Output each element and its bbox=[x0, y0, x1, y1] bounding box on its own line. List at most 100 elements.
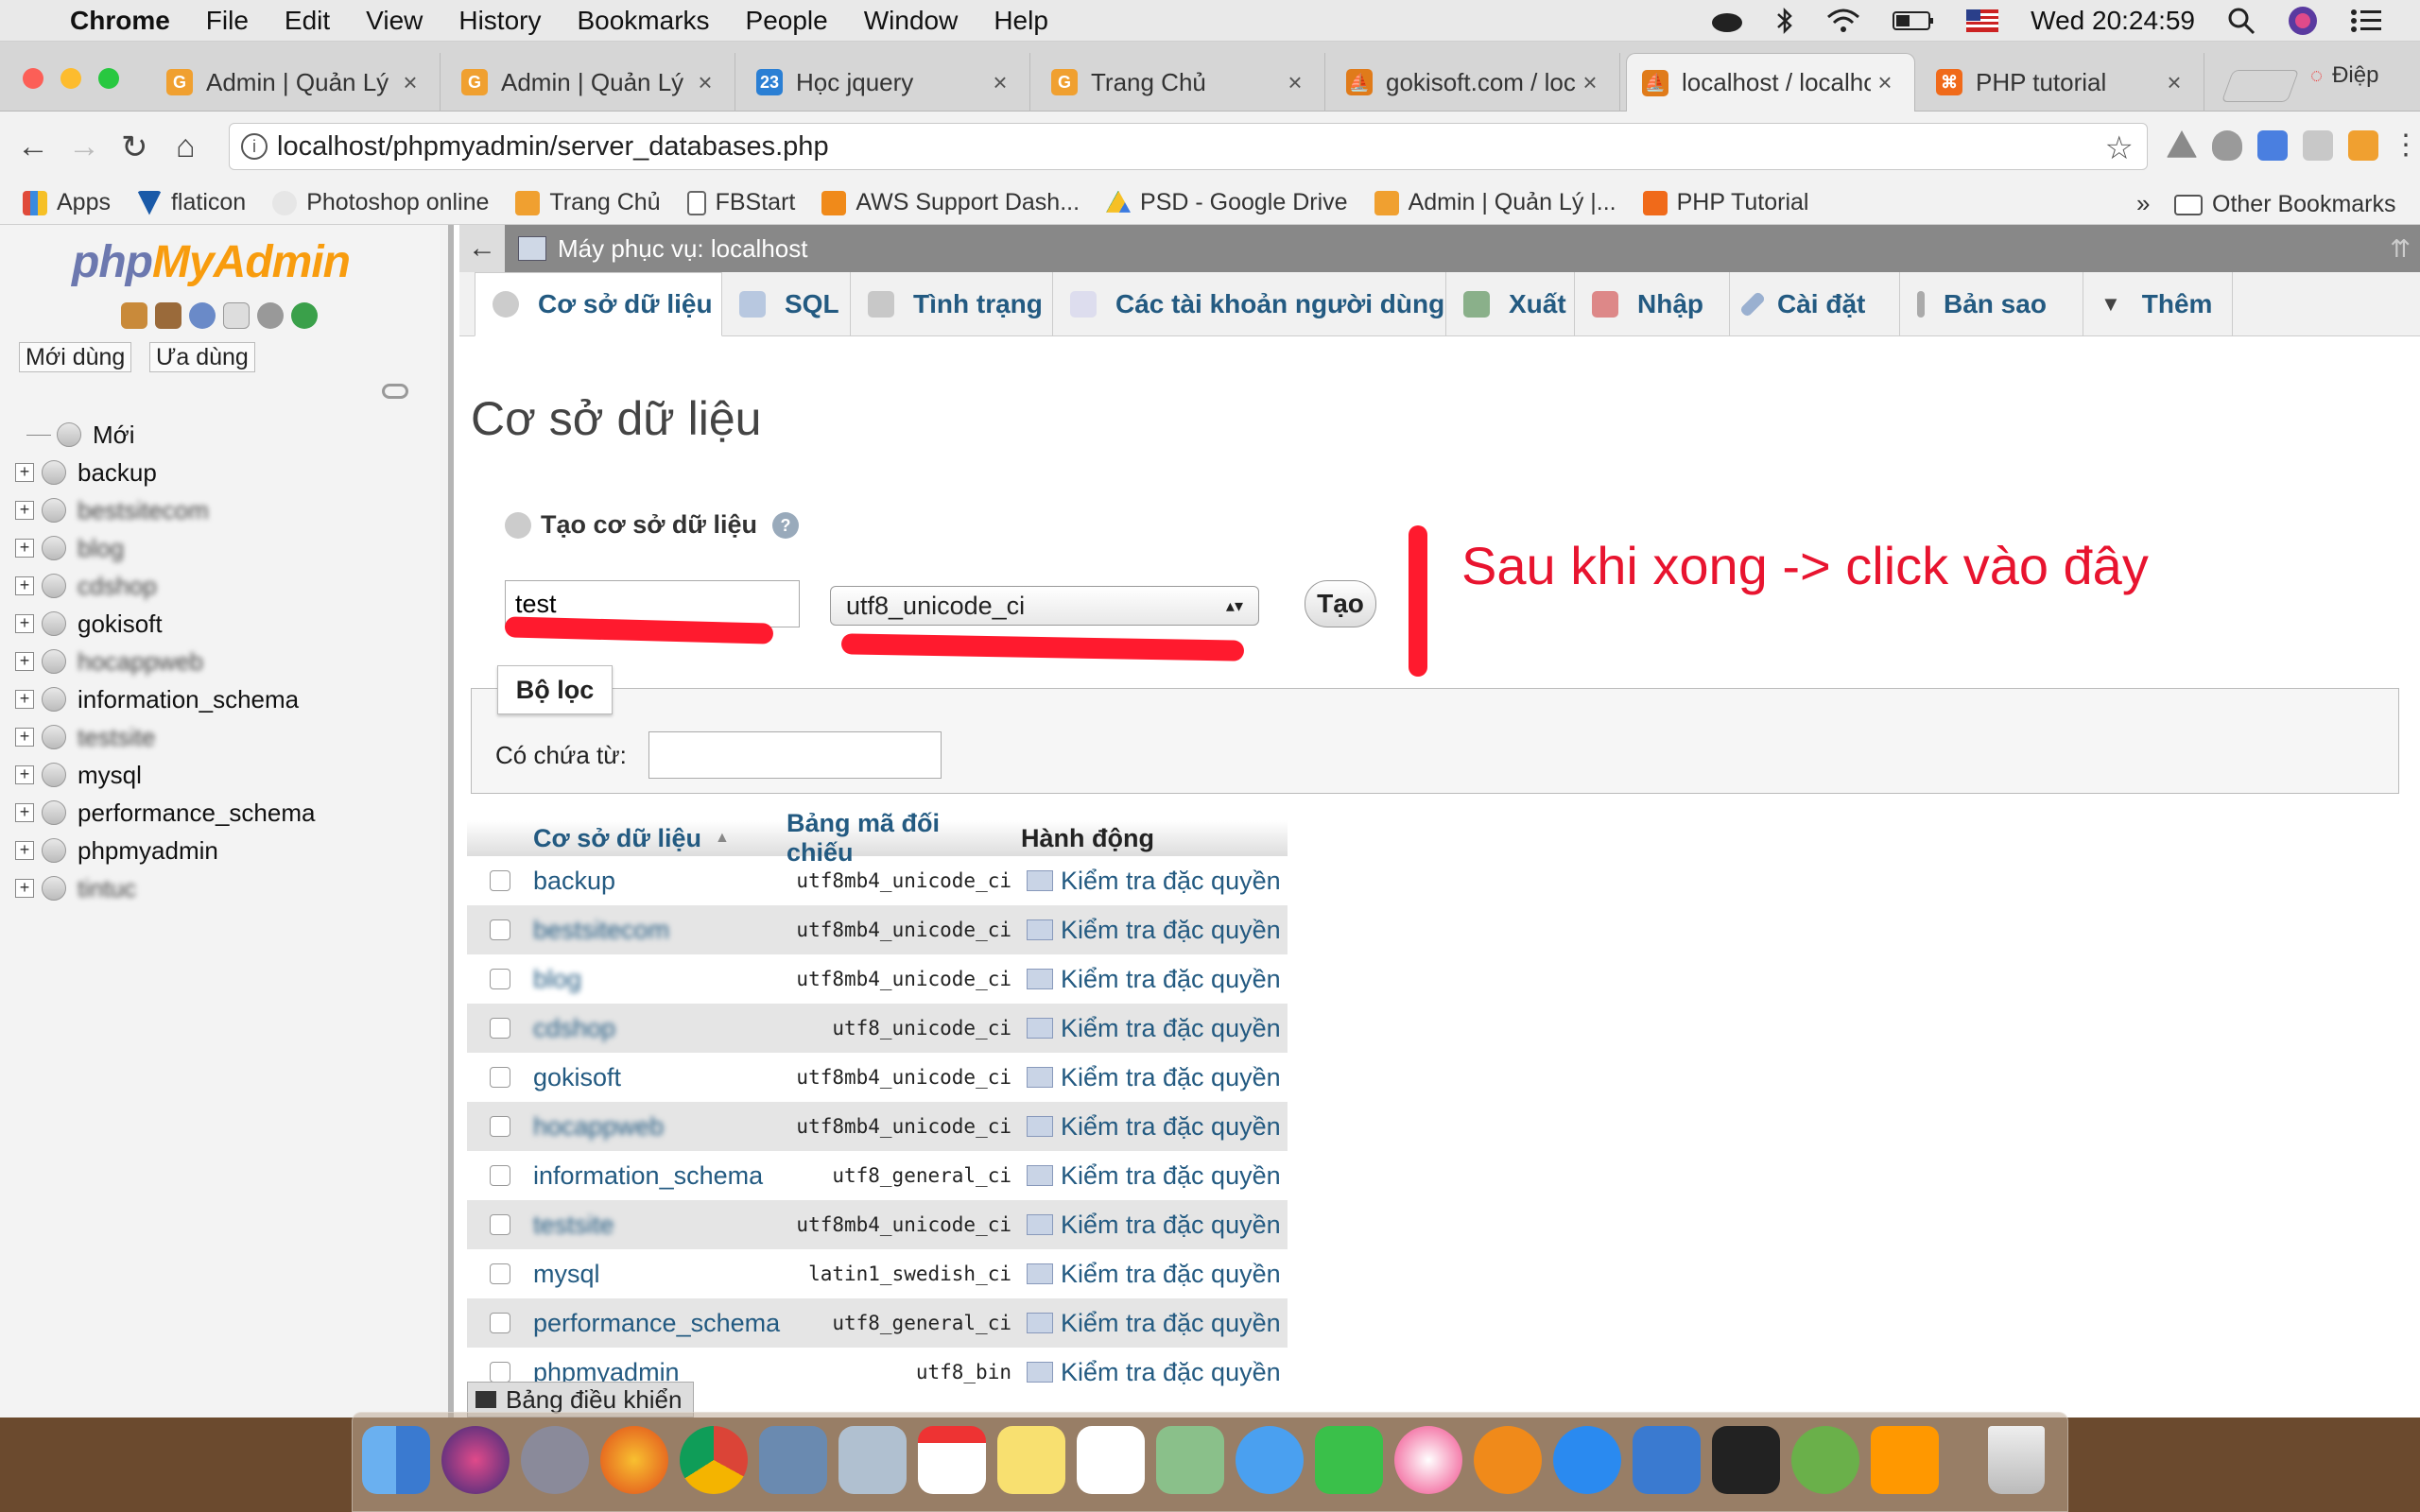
menu-window[interactable]: Window bbox=[864, 6, 959, 36]
music-icon[interactable] bbox=[1394, 1426, 1462, 1494]
battery-icon[interactable] bbox=[1893, 9, 1934, 32]
tab-5[interactable]: ⛵ gokisoft.com / loc × bbox=[1331, 53, 1620, 112]
database-name-link[interactable]: blog bbox=[533, 965, 773, 994]
expand-plus-icon[interactable]: + bbox=[15, 841, 34, 860]
xcode-icon[interactable] bbox=[1633, 1426, 1701, 1494]
profile-button[interactable]: ◌ Điệp bbox=[2310, 62, 2378, 89]
database-name-link[interactable]: gokisoft bbox=[533, 1063, 773, 1092]
expand-plus-icon[interactable]: + bbox=[15, 652, 34, 671]
spotlight-search-icon[interactable] bbox=[2227, 7, 2256, 35]
siri-dock-icon[interactable] bbox=[441, 1426, 510, 1494]
check-privileges-link[interactable]: Kiểm tra đặc quyền bbox=[1021, 1260, 1281, 1289]
row-checkbox[interactable] bbox=[490, 870, 510, 891]
cloud-icon[interactable] bbox=[1711, 9, 1743, 33]
tree-database-item[interactable]: + gokisoft bbox=[15, 607, 163, 641]
tab-4[interactable]: G Trang Chủ × bbox=[1036, 53, 1325, 112]
firefox-icon[interactable] bbox=[600, 1426, 668, 1494]
tree-database-item[interactable]: + hocappweb bbox=[15, 644, 203, 679]
cube-extension-icon[interactable] bbox=[2303, 130, 2333, 161]
settings-gear-icon[interactable] bbox=[257, 302, 284, 329]
header-database[interactable]: Cơ sở dữ liệu ▲ bbox=[533, 824, 773, 853]
tree-database-item[interactable]: + tintuc bbox=[15, 871, 136, 905]
bookmark-psd-drive[interactable]: PSD - Google Drive bbox=[1106, 189, 1348, 216]
logout-icon[interactable] bbox=[155, 302, 182, 329]
menu-view[interactable]: View bbox=[366, 6, 423, 36]
expand-plus-icon[interactable]: + bbox=[15, 614, 34, 633]
tree-database-item[interactable]: + testsite bbox=[15, 720, 155, 754]
menu-bookmarks[interactable]: Bookmarks bbox=[577, 6, 709, 36]
breadcrumb-server[interactable]: Máy phục vụ: localhost bbox=[558, 234, 807, 264]
check-privileges-link[interactable]: Kiểm tra đặc quyền bbox=[1021, 1309, 1281, 1338]
phpmyadmin-logo[interactable]: phpMyAdmin bbox=[72, 236, 351, 288]
mail-eagle-icon[interactable] bbox=[838, 1426, 907, 1494]
link-collapse-icon[interactable] bbox=[382, 384, 408, 399]
row-checkbox[interactable] bbox=[490, 1263, 510, 1284]
tree-database-item[interactable]: + cdshop bbox=[15, 569, 157, 603]
tree-database-item[interactable]: + blog bbox=[15, 531, 124, 565]
tab-settings[interactable]: Cài đặt bbox=[1730, 272, 1900, 336]
close-tab-icon[interactable]: × bbox=[691, 68, 719, 97]
bookmark-php-tutorial[interactable]: PHP Tutorial bbox=[1642, 189, 1809, 216]
tree-database-item[interactable]: + bestsitecom bbox=[15, 493, 209, 527]
bookmark-apps[interactable]: Apps bbox=[23, 189, 111, 216]
help-icon[interactable] bbox=[189, 302, 216, 329]
database-name-link[interactable]: performance_schema bbox=[533, 1309, 780, 1338]
bookmark-fbstart[interactable]: FBStart bbox=[686, 189, 795, 216]
us-flag-icon[interactable] bbox=[1966, 9, 1999, 32]
sublime-text-icon[interactable] bbox=[1871, 1426, 1939, 1494]
collation-select[interactable]: utf8_unicode_ci ▴▾ bbox=[830, 586, 1259, 626]
close-window-button[interactable] bbox=[23, 68, 43, 89]
database-name-link[interactable]: mysql bbox=[533, 1260, 773, 1289]
notification-center-icon[interactable] bbox=[2350, 8, 2382, 34]
clock[interactable]: Wed 20:24:59 bbox=[2031, 6, 2195, 36]
close-tab-icon[interactable]: × bbox=[396, 68, 424, 97]
tree-database-item[interactable]: + backup bbox=[15, 455, 157, 490]
bookmark-flaticon[interactable]: flaticon bbox=[136, 189, 246, 216]
new-tab-button[interactable] bbox=[2221, 70, 2300, 102]
close-tab-icon[interactable]: × bbox=[1281, 68, 1309, 97]
drive-extension-icon[interactable] bbox=[2167, 130, 2197, 158]
check-privileges-link[interactable]: Kiểm tra đặc quyền bbox=[1021, 867, 1281, 896]
row-checkbox[interactable] bbox=[490, 1362, 510, 1383]
database-name-link[interactable]: cdshop bbox=[533, 1014, 773, 1043]
menu-people[interactable]: People bbox=[746, 6, 828, 36]
tab-1[interactable]: G Admin | Quản Lý | × bbox=[151, 53, 441, 112]
menu-history[interactable]: History bbox=[458, 6, 541, 36]
tree-database-item[interactable]: + information_schema bbox=[15, 682, 299, 716]
check-privileges-link[interactable]: Kiểm tra đặc quyền bbox=[1021, 1211, 1281, 1240]
notes-icon[interactable] bbox=[997, 1426, 1065, 1494]
ghost-extension-icon[interactable] bbox=[2212, 130, 2242, 161]
row-checkbox[interactable] bbox=[490, 1214, 510, 1235]
bookmark-star-icon[interactable]: ☆ bbox=[2105, 129, 2134, 167]
tab-6-active[interactable]: ⛵ localhost / localho × bbox=[1626, 53, 1915, 112]
database-name-link[interactable]: hocappweb bbox=[533, 1112, 773, 1142]
back-arrow-icon[interactable]: ← bbox=[17, 129, 49, 165]
expand-plus-icon[interactable]: + bbox=[15, 879, 34, 898]
header-collation[interactable]: Bảng mã đối chiếu bbox=[773, 809, 1021, 868]
expand-plus-icon[interactable]: + bbox=[15, 690, 34, 709]
chrome-menu-icon[interactable]: ⋮ bbox=[2392, 129, 2420, 162]
expand-plus-icon[interactable]: + bbox=[15, 765, 34, 784]
close-tab-icon[interactable]: × bbox=[2160, 68, 2188, 97]
address-bar[interactable]: i localhost/phpmyadmin/server_databases.… bbox=[229, 123, 2148, 170]
maps-icon[interactable] bbox=[1156, 1426, 1224, 1494]
expand-plus-icon[interactable]: + bbox=[15, 803, 34, 822]
close-tab-icon[interactable]: × bbox=[1871, 68, 1899, 97]
more-bookmarks-chevron-icon[interactable]: » bbox=[2136, 189, 2150, 218]
database-name-link[interactable]: bestsitecom bbox=[533, 916, 773, 945]
other-bookmarks[interactable]: Other Bookmarks bbox=[2174, 191, 2396, 218]
trash-icon[interactable] bbox=[1988, 1426, 2045, 1494]
expand-plus-icon[interactable]: + bbox=[15, 728, 34, 747]
calendar-icon[interactable] bbox=[918, 1426, 986, 1494]
row-checkbox[interactable] bbox=[490, 969, 510, 989]
bookmark-admin[interactable]: Admin | Quản Lý |... bbox=[1374, 189, 1616, 216]
bookmark-trang-chu[interactable]: Trang Chủ bbox=[515, 189, 661, 216]
tree-database-item[interactable]: + performance_schema bbox=[15, 796, 315, 830]
tab-more[interactable]: ▼ Thêm bbox=[2083, 272, 2233, 336]
database-name-link[interactable]: information_schema bbox=[533, 1161, 773, 1191]
expand-plus-icon[interactable]: + bbox=[15, 463, 34, 482]
menu-file[interactable]: File bbox=[206, 6, 249, 36]
row-checkbox[interactable] bbox=[490, 919, 510, 940]
messages-icon[interactable] bbox=[1236, 1426, 1304, 1494]
scroll-top-icon[interactable]: ⇈ bbox=[2390, 234, 2411, 264]
